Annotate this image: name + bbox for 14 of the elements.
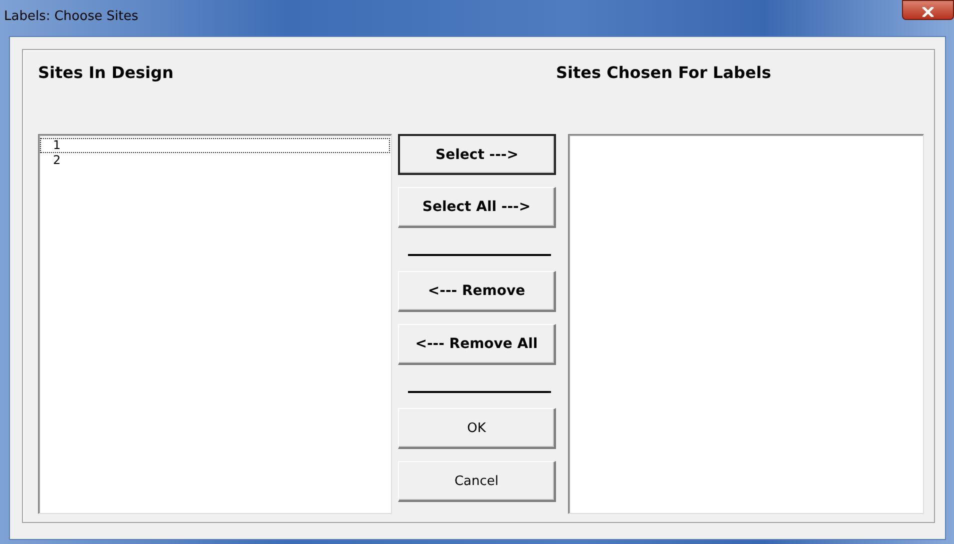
dialog-button[interactable]: Select All ---> [398, 187, 556, 228]
list-item[interactable]: 2 [40, 153, 390, 168]
sites-list[interactable]: 1 2 [38, 134, 392, 514]
window-title: Labels: Choose Sites [4, 9, 138, 24]
dialog-button[interactable]: <--- Remove All [398, 324, 556, 365]
list-item[interactable]: 1 [40, 138, 390, 153]
list-heading: Sites Chosen For Labels [556, 63, 772, 84]
dialog-button[interactable]: OK [398, 408, 556, 449]
list-heading: Sites In Design [38, 63, 174, 84]
dialog-button[interactable]: <--- Remove [398, 271, 556, 312]
dialog-button[interactable]: Select ---> [398, 134, 556, 175]
close-button[interactable] [902, 0, 954, 20]
close-icon [922, 7, 934, 17]
dialog-button[interactable]: Cancel [398, 461, 556, 502]
